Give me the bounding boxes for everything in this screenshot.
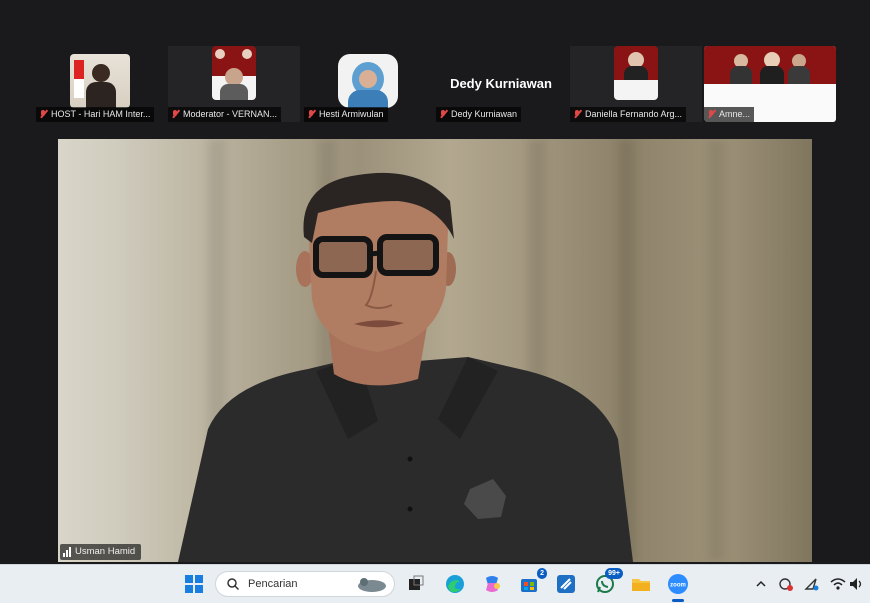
zoom-icon[interactable]: zoom (667, 573, 689, 602)
taskbar-search-input[interactable]: Pencarian (215, 571, 395, 597)
location-icon[interactable] (800, 573, 822, 595)
windows-taskbar: Pencarian 2 99+ zoom (0, 564, 870, 603)
signal-bars-icon (63, 547, 71, 557)
active-speaker-label: Usman Hamid (60, 544, 142, 560)
participant-avatar-name: Dedy Kurniawan (450, 76, 552, 91)
active-speaker-video[interactable]: Usman Hamid (58, 139, 812, 562)
participant-video (212, 46, 256, 100)
speaker-figure (178, 172, 633, 562)
participant-name-label: Daniella Fernando Arg... (570, 107, 687, 122)
participant-video (70, 54, 130, 108)
vpn-icon[interactable] (775, 573, 797, 595)
mic-muted-icon (706, 109, 716, 120)
mic-muted-icon (38, 109, 48, 120)
mic-muted-icon (170, 109, 180, 120)
vscode-icon[interactable] (555, 573, 577, 595)
participant-video (614, 46, 658, 100)
mic-muted-icon (572, 109, 582, 120)
whatsapp-badge: 99+ (605, 568, 623, 579)
participant-video (338, 54, 398, 108)
copilot-icon[interactable] (481, 573, 503, 595)
participant-name-label: Dedy Kurniawan (436, 107, 522, 122)
participant-tile-hesti[interactable]: Hesti Armiwulan (304, 46, 434, 122)
participant-name-label: HOST - Hari HAM Inter... (36, 107, 155, 122)
mic-muted-icon (438, 109, 448, 120)
search-icon (227, 578, 240, 591)
edge-icon[interactable] (444, 573, 466, 595)
windows-start-icon[interactable] (183, 573, 205, 595)
participant-tile-dedy[interactable]: Dedy Kurniawan Dedy Kurniawan (436, 46, 566, 122)
svg-text:zoom: zoom (670, 583, 686, 589)
file-explorer-icon[interactable] (630, 573, 652, 595)
participant-tile-host[interactable]: HOST - Hari HAM Inter... (36, 46, 166, 122)
participant-tile-moderator[interactable]: Moderator - VERNAN... (168, 46, 300, 122)
participant-tile-amne[interactable]: Amne... (704, 46, 836, 122)
whatsapp-icon[interactable]: 99+ (594, 568, 623, 595)
search-highlight-icon (358, 578, 386, 592)
search-placeholder: Pencarian (248, 578, 298, 590)
zoom-meeting-window: HOST - Hari HAM Inter... Moderator - VER… (0, 0, 870, 564)
participant-tile-daniella[interactable]: Daniella Fernando Arg... (570, 46, 702, 122)
chevron-up-icon[interactable] (750, 573, 772, 595)
participant-name-label: Moderator - VERNAN... (168, 107, 282, 122)
participant-name-label: Amne... (704, 107, 755, 122)
store-icon[interactable]: 2 (518, 568, 547, 595)
volume-icon[interactable] (846, 573, 868, 595)
participant-name-label: Hesti Armiwulan (304, 107, 388, 122)
participant-video (704, 46, 836, 84)
store-badge: 2 (537, 568, 547, 579)
mic-muted-icon (306, 109, 316, 120)
task-view-icon[interactable] (405, 573, 427, 595)
